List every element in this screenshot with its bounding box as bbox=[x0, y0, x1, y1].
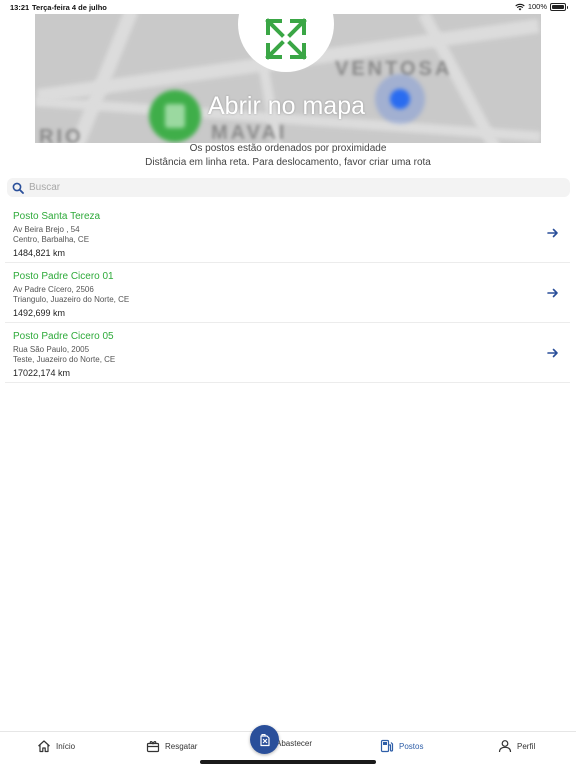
tab-inicio[interactable]: Início bbox=[37, 739, 75, 753]
search-icon bbox=[12, 182, 24, 194]
station-address-line1: Av Padre Cícero, 2506 bbox=[13, 285, 94, 294]
home-icon bbox=[38, 740, 50, 753]
station-address-line2: Teste, Juazeiro do Norte, CE bbox=[13, 355, 116, 364]
station-list: Posto Santa Tereza Av Beira Brejo , 54 C… bbox=[5, 203, 570, 383]
tab-perfil[interactable]: Perfil bbox=[498, 739, 535, 753]
station-address-line1: Av Beira Brejo , 54 bbox=[13, 225, 80, 234]
gift-icon bbox=[146, 741, 160, 753]
arrow-right-icon[interactable] bbox=[547, 347, 559, 359]
status-date: Terça-feira 4 de julho bbox=[32, 3, 107, 12]
user-icon bbox=[498, 740, 512, 753]
expand-arrows-icon bbox=[265, 18, 307, 60]
station-name: Posto Santa Tereza bbox=[13, 211, 101, 222]
tab-postos[interactable]: Postos bbox=[380, 739, 423, 753]
gas-station-icon bbox=[380, 739, 394, 753]
open-map-label[interactable]: Abrir no mapa bbox=[208, 92, 365, 121]
current-location-icon bbox=[375, 74, 425, 124]
home-indicator bbox=[200, 760, 376, 764]
station-address-line2: Triangulo, Juazeiro do Norte, CE bbox=[13, 295, 130, 304]
station-name: Posto Padre Cicero 05 bbox=[13, 331, 114, 342]
distance-info-text: Distância em linha reta. Para deslocamen… bbox=[145, 157, 431, 168]
station-address-line2: Centro, Barbalha, CE bbox=[13, 235, 90, 244]
battery-percent: 100% bbox=[527, 2, 547, 11]
tab-resgatar[interactable]: Resgatar bbox=[146, 739, 197, 753]
arrow-right-icon[interactable] bbox=[547, 287, 559, 299]
tab-label: Perfil bbox=[517, 741, 536, 751]
fuel-can-icon bbox=[259, 733, 270, 746]
map-street-label: MAVAI bbox=[211, 122, 288, 143]
tab-label: Postos bbox=[399, 741, 424, 751]
station-address-line1: Rua São Paulo, 2005 bbox=[13, 345, 90, 354]
status-time: 13:21 bbox=[10, 3, 30, 12]
sort-info-text: Os postos estão ordenados por proximidad… bbox=[189, 143, 387, 154]
search-bar[interactable] bbox=[7, 178, 570, 197]
search-input[interactable] bbox=[29, 182, 549, 193]
page: { "status_bar": { "time": "13:21", "date… bbox=[0, 0, 576, 768]
wifi-icon bbox=[515, 3, 525, 10]
station-item[interactable]: Posto Padre Cicero 01 Av Padre Cícero, 2… bbox=[5, 263, 570, 323]
tab-label: Resgatar bbox=[165, 741, 198, 751]
map-preview[interactable]: VENTOSA RIO MAVAI Abrir no mapa bbox=[35, 14, 541, 143]
map-street-label: RIO bbox=[39, 126, 84, 143]
station-item[interactable]: Posto Santa Tereza Av Beira Brejo , 54 C… bbox=[5, 203, 570, 263]
battery-icon bbox=[550, 2, 568, 11]
arrow-right-icon[interactable] bbox=[547, 227, 559, 239]
station-pin-icon bbox=[149, 90, 201, 142]
status-bar: 13:21 Terça-feira 4 de julho 100% bbox=[0, 0, 576, 14]
station-distance: 17022,174 km bbox=[13, 368, 71, 378]
tab-label: Abastecer bbox=[276, 739, 313, 748]
station-distance: 1492,699 km bbox=[13, 308, 66, 318]
tab-label: Início bbox=[56, 741, 76, 751]
station-distance: 1484,821 km bbox=[13, 248, 66, 258]
status-right: 100% bbox=[515, 2, 568, 11]
station-name: Posto Padre Cicero 01 bbox=[13, 271, 114, 282]
station-item[interactable]: Posto Padre Cicero 05 Rua São Paulo, 200… bbox=[5, 323, 570, 383]
tab-abastecer[interactable]: Abastecer bbox=[276, 739, 312, 748]
abastecer-fab-button[interactable] bbox=[250, 725, 279, 754]
